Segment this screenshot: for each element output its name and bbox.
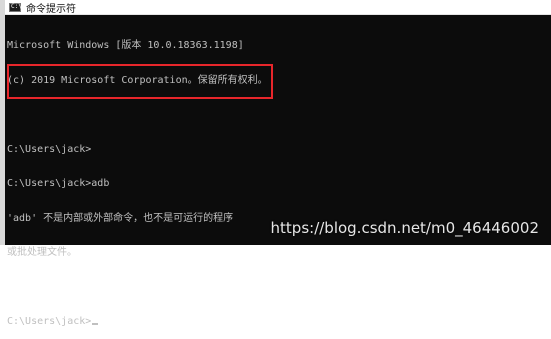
- console-output[interactable]: Microsoft Windows [版本 10.0.18363.1198] (…: [5, 15, 551, 327]
- cmd-icon: C:\: [9, 2, 22, 12]
- text-cursor: [92, 323, 99, 325]
- prompt-text: C:\Users\jack>: [7, 316, 92, 327]
- console-line: Microsoft Windows [版本 10.0.18363.1198]: [7, 40, 244, 51]
- watermark: https://blog.csdn.net/m0_46446002: [270, 219, 539, 237]
- window-title: 命令提示符: [26, 3, 76, 15]
- window-titlebar[interactable]: C:\ 命令提示符: [5, 0, 551, 15]
- console-line: C:\Users\jack>: [7, 143, 92, 155]
- error-highlight-box: [7, 64, 273, 99]
- console-line: 或批处理文件。: [7, 247, 77, 258]
- console-line: C:\Users\jack>adb: [7, 178, 110, 189]
- prompt-line[interactable]: C:\Users\jack>: [7, 316, 551, 328]
